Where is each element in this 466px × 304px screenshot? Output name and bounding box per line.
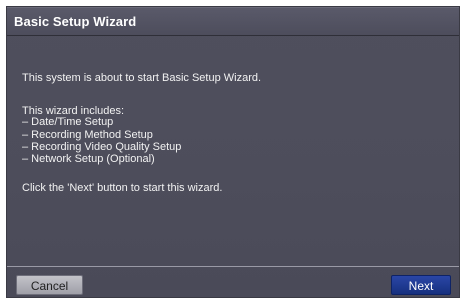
dialog-footer: Cancel Next bbox=[7, 267, 459, 297]
setup-wizard-dialog: Basic Setup Wizard This system is about … bbox=[6, 6, 460, 298]
next-button[interactable]: Next bbox=[391, 275, 451, 295]
intro-text: This system is about to start Basic Setu… bbox=[22, 72, 262, 84]
instruction-text: Click the 'Next' button to start this wi… bbox=[22, 182, 223, 194]
cancel-button[interactable]: Cancel bbox=[16, 275, 83, 295]
dialog-title: Basic Setup Wizard bbox=[14, 14, 137, 29]
dialog-content: This system is about to start Basic Setu… bbox=[7, 36, 459, 267]
dialog-titlebar: Basic Setup Wizard bbox=[7, 7, 459, 36]
list-item-recording-method: – Recording Method Setup bbox=[22, 129, 153, 141]
list-item-video-quality: – Recording Video Quality Setup bbox=[22, 141, 182, 153]
list-item-network: – Network Setup (Optional) bbox=[22, 153, 155, 165]
list-item-datetime: – Date/Time Setup bbox=[22, 116, 114, 128]
